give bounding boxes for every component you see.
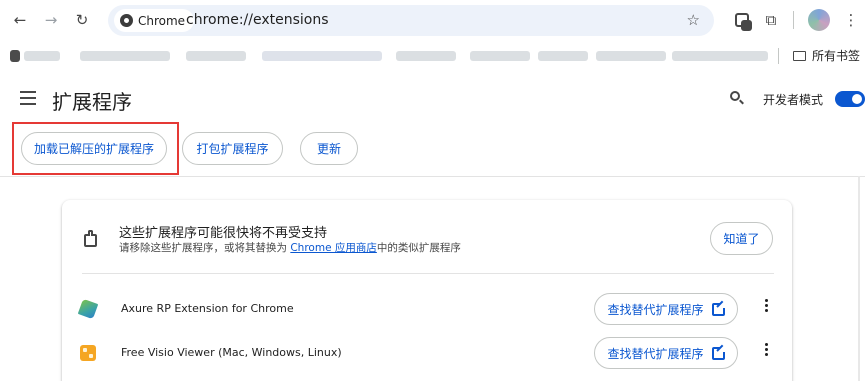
all-bookmarks-button[interactable]: 所有书签 — [793, 47, 860, 64]
address-bar[interactable]: Chrome chrome://extensions ☆ — [108, 5, 714, 36]
site-chip[interactable]: Chrome — [114, 9, 195, 32]
extensions-puzzle-icon[interactable]: ⧉ — [760, 9, 782, 31]
bookmark-blurred[interactable] — [80, 51, 170, 61]
pack-extension-button[interactable]: 打包扩展程序 — [182, 132, 283, 165]
bookmark-blurred[interactable] — [24, 51, 60, 61]
open-in-new-icon — [711, 301, 726, 316]
chrome-web-store-link[interactable]: Chrome 应用商店 — [290, 242, 377, 254]
bookmark-blurred[interactable] — [470, 51, 530, 61]
notice-subtitle: 请移除这些扩展程序，或将其替换为 Chrome 应用商店中的类似扩展程序 — [119, 240, 461, 255]
card-divider — [82, 273, 774, 274]
bookmark-blurred[interactable] — [538, 51, 588, 61]
bookmark-blurred[interactable] — [262, 51, 382, 61]
scrollbar[interactable] — [858, 176, 860, 381]
more-options-icon[interactable] — [760, 341, 772, 363]
load-unpacked-button[interactable]: 加载已解压的扩展程序 — [21, 132, 167, 165]
profile-avatar[interactable] — [808, 9, 830, 31]
url-text[interactable]: chrome://extensions — [186, 12, 329, 28]
open-in-new-icon — [711, 345, 726, 360]
chrome-icon — [120, 14, 133, 27]
extension-name: Axure RP Extension for Chrome — [121, 302, 294, 315]
forward-button[interactable]: → — [41, 10, 61, 30]
action-bar: 加载已解压的扩展程序 打包扩展程序 更新 — [0, 122, 865, 175]
star-icon[interactable]: ☆ — [687, 11, 700, 29]
browser-toolbar: ← → ↻ Chrome chrome://extensions ☆ ⧉ ⋮ — [0, 0, 865, 40]
page-header: 扩展程序 开发者模式 — [0, 76, 865, 126]
hamburger-menu-icon[interactable] — [20, 91, 36, 105]
axure-extension-icon — [77, 298, 99, 320]
developer-mode-label: 开发者模式 — [763, 93, 824, 107]
bookmark-blurred[interactable] — [396, 51, 456, 61]
find-alternative-button[interactable]: 查找替代扩展程序 — [594, 337, 738, 369]
more-options-icon[interactable] — [760, 297, 772, 319]
update-button[interactable]: 更新 — [300, 132, 358, 165]
extension-paused-icon[interactable] — [730, 9, 752, 31]
toggle-knob — [852, 94, 862, 104]
reload-button[interactable]: ↻ — [72, 10, 92, 30]
back-button[interactable]: ← — [10, 10, 30, 30]
bookmarks-bar: 所有书签 — [0, 40, 865, 70]
extension-warning-icon — [82, 230, 100, 248]
bookmark-blurred[interactable] — [10, 50, 20, 62]
folder-icon — [793, 50, 806, 61]
find-alternative-button[interactable]: 查找替代扩展程序 — [594, 293, 738, 325]
header-divider — [0, 176, 865, 177]
notice-subtitle-suffix: 中的类似扩展程序 — [376, 242, 461, 254]
search-icon[interactable] — [730, 91, 744, 105]
toolbar-divider — [793, 11, 794, 29]
extension-name: Free Visio Viewer (Mac, Windows, Linux) — [121, 346, 342, 359]
menu-kebab-icon[interactable]: ⋮ — [840, 9, 862, 31]
extension-row: Free Visio Viewer (Mac, Windows, Linux) … — [62, 337, 792, 373]
bookmark-blurred[interactable] — [186, 51, 246, 61]
dismiss-button[interactable]: 知道了 — [710, 222, 773, 255]
unsupported-extensions-card: 这些扩展程序可能很快将不再受支持 请移除这些扩展程序，或将其替换为 Chrome… — [62, 200, 792, 381]
bookmark-blurred[interactable] — [596, 51, 666, 61]
extension-row: Axure RP Extension for Chrome 查找替代扩展程序 — [62, 293, 792, 329]
notice-subtitle-prefix: 请移除这些扩展程序，或将其替换为 — [119, 242, 291, 254]
developer-mode-toggle[interactable] — [835, 91, 865, 107]
find-alternative-label: 查找替代扩展程序 — [607, 302, 704, 317]
all-bookmarks-label: 所有书签 — [812, 49, 861, 63]
bookmarks-divider — [778, 48, 779, 64]
page-title: 扩展程序 — [52, 90, 132, 114]
bookmark-blurred[interactable] — [672, 51, 768, 61]
site-chip-label: Chrome — [138, 13, 186, 28]
visio-viewer-extension-icon — [80, 345, 96, 361]
notice-title: 这些扩展程序可能很快将不再受支持 — [119, 226, 328, 241]
find-alternative-label: 查找替代扩展程序 — [607, 346, 704, 361]
